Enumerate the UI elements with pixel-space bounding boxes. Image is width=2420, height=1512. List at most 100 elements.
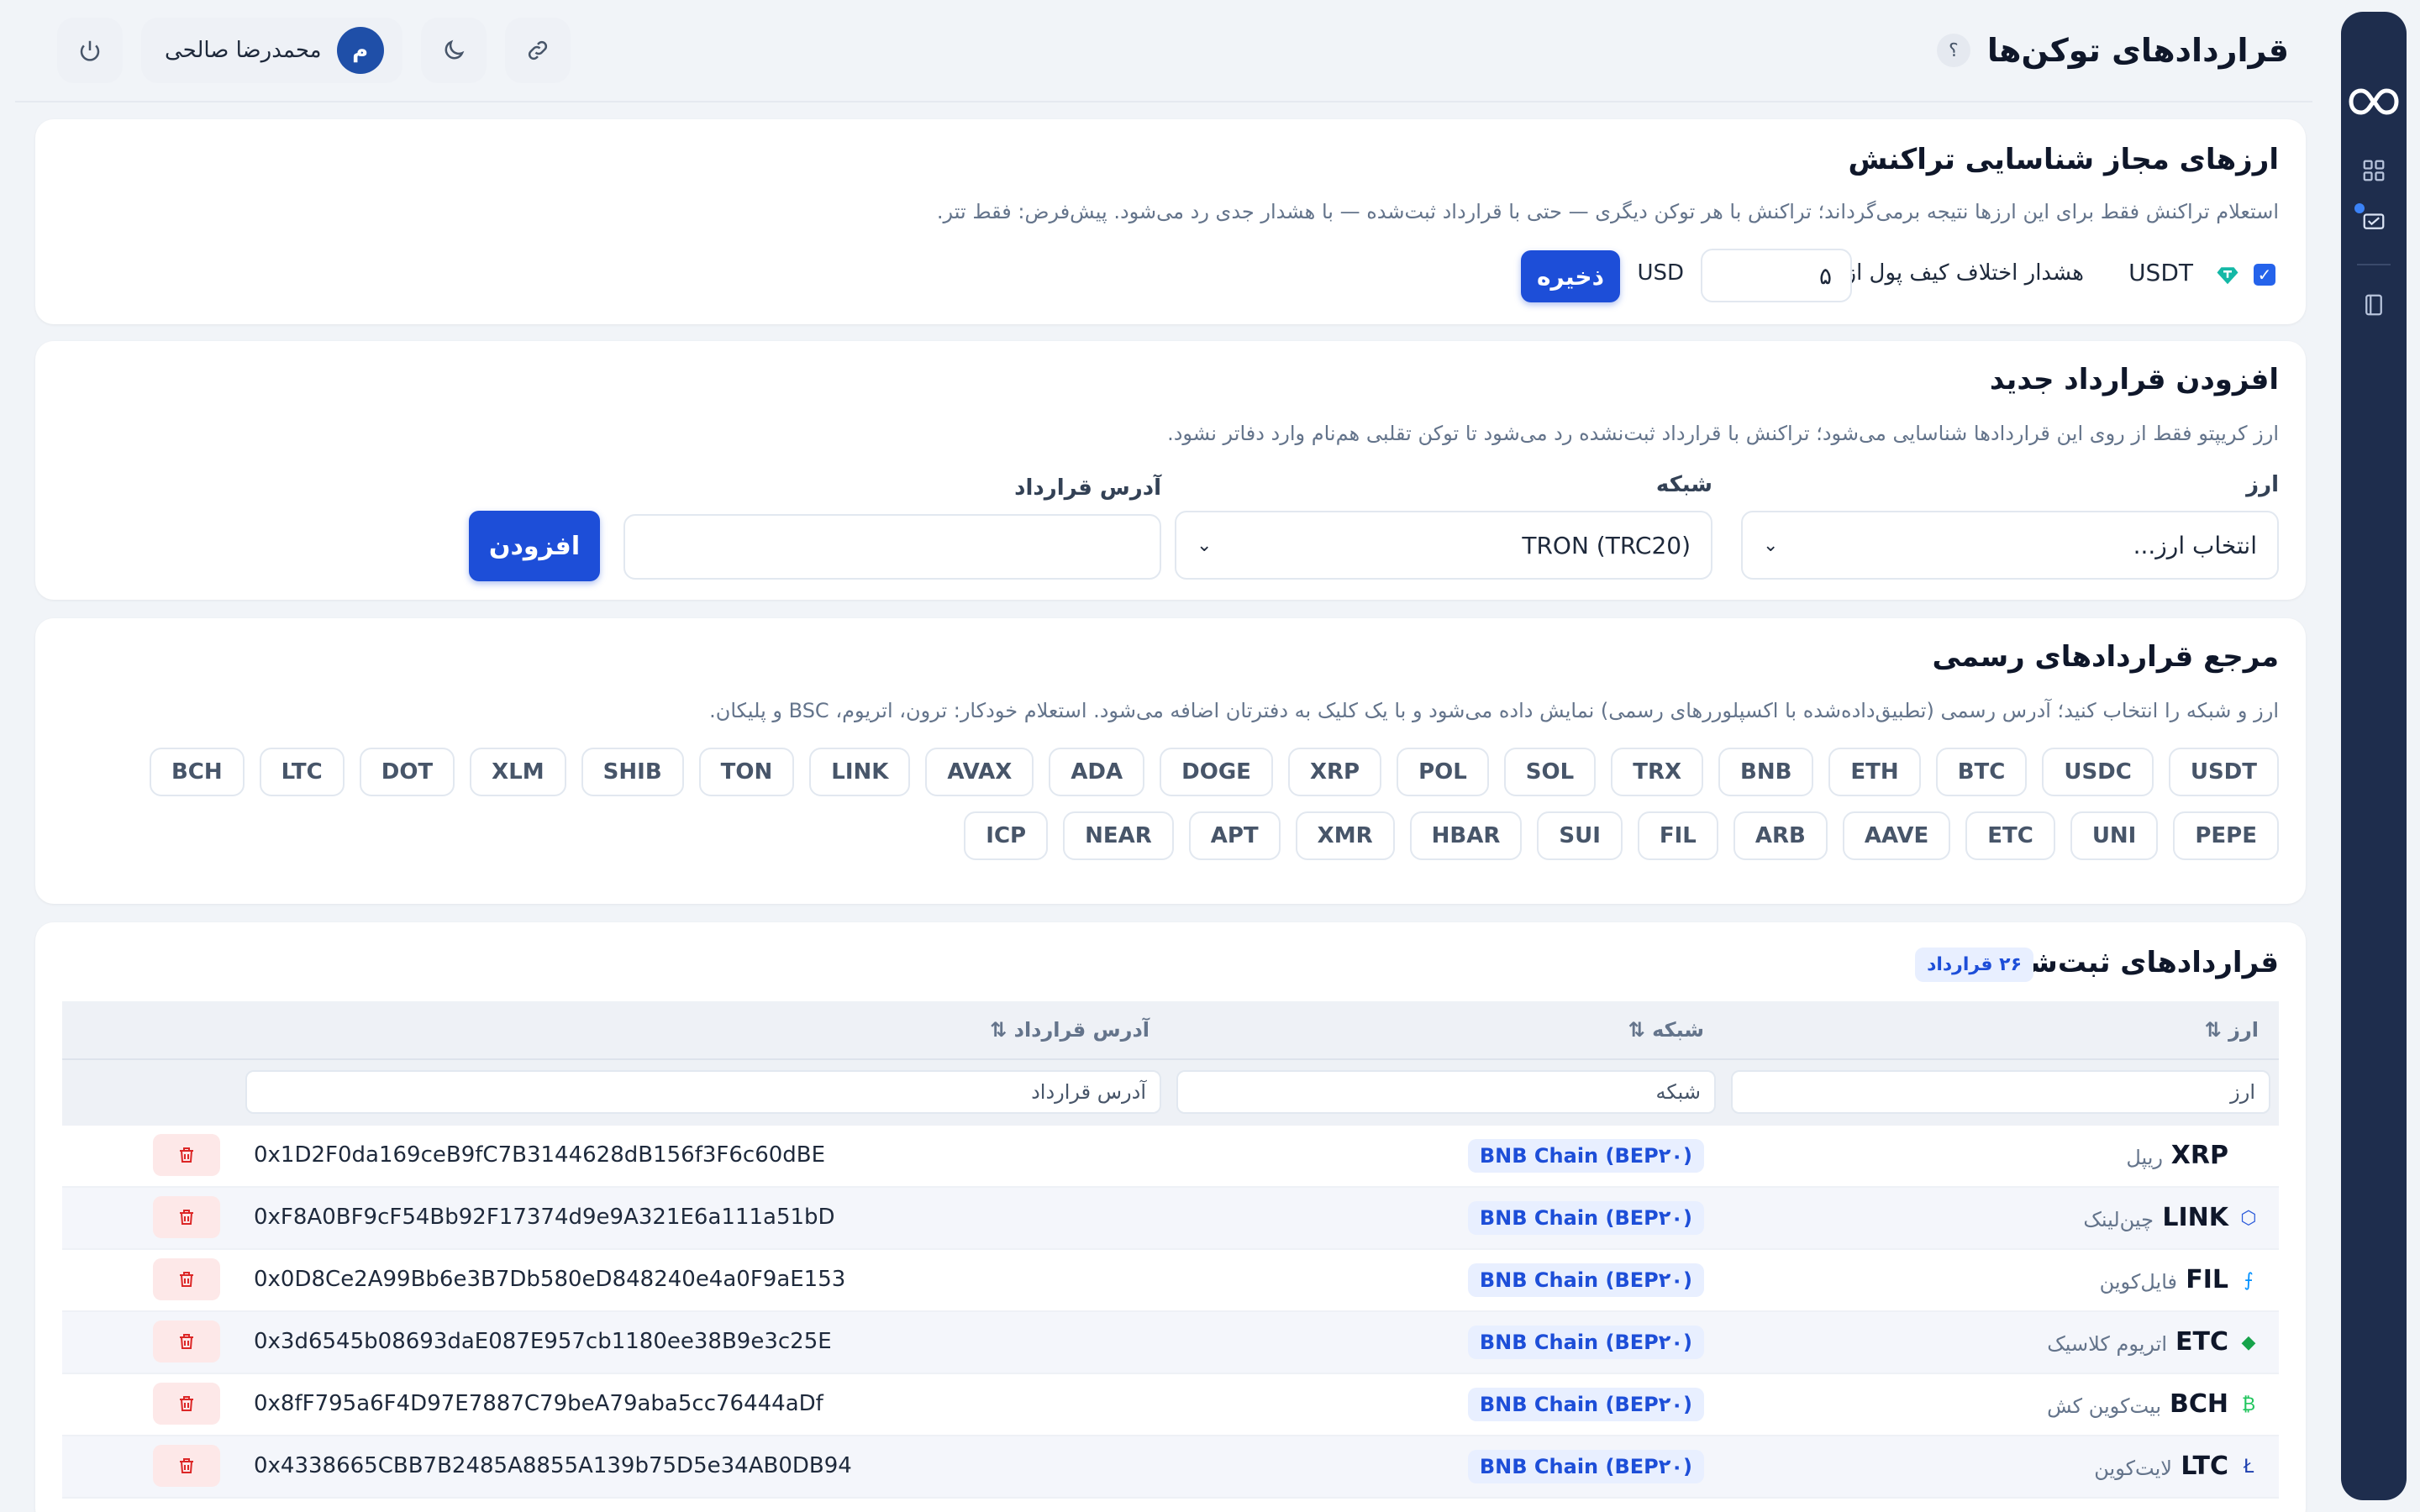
coin-symbol: BCH — [2170, 1389, 2228, 1419]
reference-chip[interactable]: DOGE — [1160, 748, 1273, 796]
chevron-down-icon: ⌄ — [1197, 534, 1213, 556]
infinity-logo-icon — [2348, 86, 2400, 123]
reference-chip[interactable]: TRX — [1611, 748, 1704, 796]
delete-button[interactable] — [153, 1196, 220, 1238]
reference-chip[interactable]: USDT — [2168, 748, 2279, 796]
reference-chip[interactable]: AAVE — [1842, 811, 1951, 860]
add-contract-button[interactable]: افزودن — [469, 511, 600, 581]
wallet-diff-warning-label: هشدار اختلاف کیف پول از — [1845, 260, 2084, 286]
reference-chip[interactable]: ICP — [964, 811, 1049, 860]
logout-button[interactable] — [57, 18, 123, 83]
trash-icon — [180, 1210, 193, 1225]
reference-chip[interactable]: TON — [698, 748, 795, 796]
coin-icon: Ł — [2243, 1456, 2254, 1478]
network-badge: BNB Chain (BEP۲۰) — [1467, 1450, 1704, 1483]
reference-chip[interactable]: XRP — [1287, 748, 1382, 796]
wallet-diff-threshold-input[interactable]: ۵ — [1701, 249, 1852, 302]
column-header-currency[interactable]: ارز ⇅ — [2205, 1018, 2259, 1042]
filter-row: ارز شبکه آدرس قرارداد — [62, 1060, 2279, 1126]
reference-chip[interactable]: HBAR — [1409, 811, 1523, 860]
network-select-value: TRON (TRC20) — [1522, 531, 1691, 559]
table-row: Ł LTC لایت‌کوین BNB Chain (BEP۲۰) 0x4338665C… — [62, 1436, 2279, 1499]
network-select[interactable]: TRON (TRC20) ⌄ — [1175, 511, 1712, 580]
currency-filter-input[interactable]: ارز — [1731, 1070, 2270, 1114]
reference-chip[interactable]: APT — [1188, 811, 1281, 860]
reference-chip[interactable]: POL — [1397, 748, 1489, 796]
reference-chip[interactable]: SHIB — [581, 748, 684, 796]
column-header-address[interactable]: آدرس قرارداد ⇅ — [990, 1018, 1150, 1042]
reference-chip[interactable]: ADA — [1049, 748, 1145, 796]
theme-toggle-button[interactable] — [420, 18, 487, 83]
contract-address: 0xF8A0BF9cF54Bb92F17374d9e9A321E6a111a51… — [254, 1205, 835, 1230]
reference-chip[interactable]: ETC — [1965, 811, 2055, 860]
reference-chip[interactable]: ETH — [1828, 748, 1921, 796]
power-icon — [80, 40, 100, 61]
reference-chip[interactable]: BNB — [1718, 748, 1814, 796]
network-badge: BNB Chain (BEP۲۰) — [1467, 1201, 1704, 1235]
column-header-network[interactable]: شبکه ⇅ — [1628, 1018, 1704, 1042]
reference-chip[interactable]: DOT — [359, 748, 455, 796]
network-filter-input[interactable]: شبکه — [1176, 1070, 1716, 1114]
official-reference-card: مرجع قراردادهای رسمی ارز و شبکه را انتخا… — [35, 618, 2306, 904]
avatar: م — [336, 27, 384, 74]
tether-gem-icon — [2215, 262, 2240, 287]
reference-chip[interactable]: NEAR — [1063, 811, 1174, 860]
reference-chip[interactable]: XMR — [1295, 811, 1395, 860]
currency-select-value: انتخاب ارز... — [2133, 531, 2257, 559]
reference-chip[interactable]: PEPE — [2173, 811, 2279, 860]
delete-button[interactable] — [153, 1383, 220, 1425]
coin-name: ریپل — [2126, 1146, 2163, 1169]
registered-title: قراردادهای ثبت‌شده — [1996, 946, 2279, 979]
delete-button[interactable] — [153, 1134, 220, 1176]
trash-icon — [180, 1334, 193, 1349]
help-icon[interactable]: ؟ — [1936, 34, 1970, 67]
currency-select[interactable]: انتخاب ارز... ⌄ — [1741, 511, 2279, 580]
chevron-down-icon: ⌄ — [1763, 534, 1779, 556]
reference-chip[interactable]: USDC — [2042, 748, 2154, 796]
dashboard-grid-icon[interactable] — [2360, 156, 2388, 185]
contracts-nav-icon[interactable] — [2354, 203, 2388, 235]
coin-symbol: LTC — [2181, 1452, 2228, 1481]
contract-address-input[interactable] — [623, 514, 1161, 580]
link-icon — [528, 40, 547, 60]
page-title: قراردادهای توکن‌ها — [1986, 32, 2289, 69]
link-button[interactable] — [504, 18, 571, 83]
sidebar-divider — [2357, 264, 2391, 265]
active-indicator-dot — [2354, 203, 2365, 213]
reference-chip[interactable]: LINK — [809, 748, 911, 796]
delete-button[interactable] — [153, 1445, 220, 1487]
book-icon[interactable] — [2360, 291, 2388, 319]
trash-icon — [180, 1147, 193, 1163]
reference-chip[interactable]: SOL — [1503, 748, 1597, 796]
network-badge: BNB Chain (BEP۲۰) — [1467, 1139, 1704, 1173]
allowed-description: استعلام تراکنش فقط برای این ارزها نتیجه … — [936, 200, 2279, 223]
reference-chip[interactable]: SUI — [1537, 811, 1623, 860]
reference-chip[interactable]: FIL — [1637, 811, 1718, 860]
trash-icon — [180, 1458, 193, 1473]
reference-chip[interactable]: BCH — [149, 748, 245, 796]
reference-chip-list: USDT USDC BTC ETH BNB TRX SOL POL XRP DOGE ADA AVAX… — [128, 748, 2279, 860]
coin-symbol: LINK — [2162, 1203, 2228, 1232]
usdt-checkbox[interactable]: ✓ — [2254, 264, 2275, 286]
reference-chip[interactable]: BTC — [1935, 748, 2028, 796]
coin-icon: ⬡ — [2240, 1207, 2257, 1229]
reference-chip[interactable]: AVAX — [925, 748, 1034, 796]
top-bar: م محمدرضا صالحی قراردادهای توکن‌ها ؟ — [15, 0, 2312, 102]
delete-button[interactable] — [153, 1258, 220, 1300]
reference-chip[interactable]: ARB — [1733, 811, 1828, 860]
usd-unit-label: USD — [1637, 260, 1684, 286]
add-contract-description: ارز کریپتو فقط از روی این قراردادها شناس… — [1167, 422, 2279, 445]
network-badge: BNB Chain (BEP۲۰) — [1467, 1388, 1704, 1421]
user-menu[interactable]: م محمدرضا صالحی — [141, 18, 402, 83]
network-label: شبکه — [1655, 472, 1712, 497]
delete-button[interactable] — [153, 1320, 220, 1362]
trash-icon — [180, 1272, 193, 1287]
save-button[interactable]: ذخیره — [1521, 250, 1620, 302]
table-row: ⨍ FIL فایل‌کوین BNB Chain (BEP۲۰) 0x0D8Ce2A9… — [62, 1250, 2279, 1312]
reference-chip[interactable]: LTC — [259, 748, 345, 796]
address-filter-input[interactable]: آدرس قرارداد — [245, 1070, 1161, 1114]
contract-address: 0x0D8Ce2A99Bb6e3B7Db580eD848240e4a0F9aE1… — [254, 1267, 846, 1292]
contract-address: 0x3d6545b08693daE087E957cb1180ee38B9e3c2… — [254, 1329, 832, 1354]
reference-chip[interactable]: UNI — [2070, 811, 2159, 860]
reference-chip[interactable]: XLM — [470, 748, 566, 796]
